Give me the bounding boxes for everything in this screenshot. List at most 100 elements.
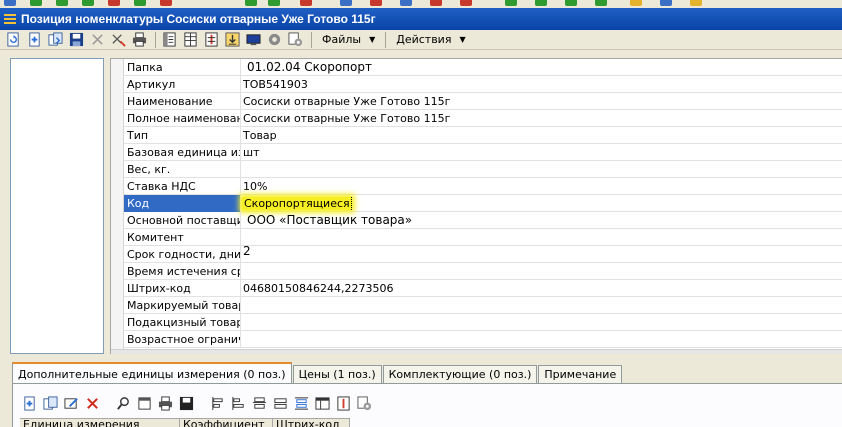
add-icon[interactable] <box>134 0 146 6</box>
delete-icon[interactable] <box>430 0 442 6</box>
folder-icon[interactable] <box>630 0 642 6</box>
property-row[interactable]: Подакцизный товар <box>124 314 842 331</box>
property-row[interactable]: Основной поставщик ООО «Поставщик товара… <box>124 212 842 229</box>
property-row[interactable]: Полное наименование Сосиски отварные Уже… <box>124 110 842 127</box>
column-header-coefficient[interactable]: Коэффициент <box>180 418 273 427</box>
property-row[interactable]: Папка 01.02.04 Скоропорт <box>124 59 842 76</box>
chevron-down-icon: ▼ <box>459 35 466 44</box>
view-button[interactable] <box>160 31 178 49</box>
distribute-button[interactable] <box>271 394 289 412</box>
tab-prices[interactable]: Цены (1 поз.) <box>292 365 382 384</box>
property-row[interactable]: Вес, кг. <box>124 161 842 178</box>
add-icon[interactable] <box>268 0 280 6</box>
grid-footer-strip <box>110 354 842 360</box>
properties-grid[interactable]: Папка 01.02.04 Скоропорт Артикул ТОВ5419… <box>110 58 842 354</box>
property-row[interactable]: Маркируемый товар <box>124 297 842 314</box>
property-row[interactable]: Ставка НДС 10% <box>124 178 842 195</box>
toolbar-icon[interactable] <box>400 0 412 6</box>
delete-button[interactable] <box>88 31 106 49</box>
add-icon[interactable] <box>56 0 68 6</box>
edit-row-button[interactable] <box>62 394 80 412</box>
tab-components[interactable]: Комплектующие (0 поз.) <box>382 365 538 384</box>
files-menu[interactable]: Файлы ▼ <box>316 31 381 49</box>
property-value[interactable]: 10% <box>243 178 267 195</box>
property-key: Срок годности, дни <box>124 246 241 263</box>
folder-icon[interactable] <box>690 0 702 6</box>
sub-history-button[interactable] <box>334 394 352 412</box>
property-row[interactable]: Срок годности, дни 2 <box>124 243 842 263</box>
toolbar-icon[interactable] <box>340 0 352 6</box>
delete-icon[interactable] <box>160 0 172 6</box>
add-icon[interactable] <box>82 0 94 6</box>
search-button[interactable] <box>114 394 132 412</box>
property-value[interactable]: ТОВ541903 <box>243 76 308 93</box>
tab-additional-units[interactable]: Дополнительные единицы измерения (0 поз.… <box>12 362 292 384</box>
toolbar-icon[interactable] <box>4 0 16 6</box>
column-header-barcode[interactable]: Штрих-код <box>273 418 350 427</box>
property-key: Папка <box>124 59 241 76</box>
options-button[interactable] <box>286 31 304 49</box>
layout-button[interactable] <box>292 394 310 412</box>
new-document-button[interactable] <box>25 31 43 49</box>
align-left-button[interactable] <box>229 394 247 412</box>
tab-notes[interactable]: Примечание <box>538 365 623 384</box>
left-panel[interactable] <box>10 58 104 354</box>
copy-button[interactable] <box>46 31 64 49</box>
property-value[interactable]: ООО «Поставщик товара» <box>247 212 412 229</box>
delete-row-button[interactable] <box>83 394 101 412</box>
title-bar[interactable]: Позиция номенклатуры Сосиски отварные Уж… <box>0 8 842 30</box>
save-button[interactable] <box>67 31 85 49</box>
sub-print-button[interactable] <box>156 394 174 412</box>
property-value[interactable]: Сосиски отварные Уже Готово 115г <box>243 110 450 127</box>
sub-options-button[interactable] <box>355 394 373 412</box>
add-icon[interactable] <box>245 0 257 6</box>
add-row-button[interactable] <box>20 394 38 412</box>
property-row[interactable]: Комитент <box>124 229 842 246</box>
download-button[interactable] <box>223 31 241 49</box>
property-value[interactable]: 04680150846244,2273506 <box>243 280 393 297</box>
property-row[interactable]: Наименование Сосиски отварные Уже Готово… <box>124 93 842 110</box>
delete-icon[interactable] <box>460 0 472 6</box>
property-value[interactable]: Товар <box>243 127 277 144</box>
toolbar-icon[interactable] <box>660 0 672 6</box>
property-row-selected[interactable]: Код Скоропортящиеся <box>124 195 842 212</box>
actions-menu[interactable]: Действия ▼ <box>390 31 471 49</box>
copy-row-button[interactable] <box>41 394 59 412</box>
refresh-button[interactable] <box>4 31 22 49</box>
property-row[interactable]: Артикул ТОВ541903 <box>124 76 842 93</box>
structure-button[interactable] <box>181 31 199 49</box>
property-value-editor[interactable]: Скоропортящиеся <box>242 195 352 212</box>
monitor-button[interactable] <box>244 31 262 49</box>
history-button[interactable] <box>202 31 220 49</box>
delete-icon[interactable] <box>370 0 382 6</box>
columns-button[interactable] <box>313 394 331 412</box>
property-row[interactable]: Штрих-код 04680150846244,2273506 <box>124 280 842 297</box>
property-value[interactable]: Сосиски отварные Уже Готово 115г <box>243 93 450 110</box>
property-value[interactable]: шт <box>243 144 259 161</box>
mark-delete-button[interactable] <box>109 31 127 49</box>
property-row[interactable]: Возрастное огранич <box>124 331 842 348</box>
add-icon[interactable] <box>535 0 547 6</box>
toolbar-separator <box>311 31 312 48</box>
add-icon[interactable] <box>595 0 607 6</box>
add-icon[interactable] <box>30 0 42 6</box>
highlighted-value[interactable]: Скоропортящиеся <box>242 197 352 210</box>
sub-save-button[interactable] <box>177 394 195 412</box>
property-value[interactable]: 01.02.04 Скоропорт <box>247 59 372 76</box>
layout-icon <box>294 396 308 410</box>
column-header-unit[interactable]: Единица измерения <box>20 418 180 427</box>
delete-icon[interactable] <box>300 0 312 6</box>
property-row[interactable]: Базовая единица изме шт <box>124 144 842 161</box>
print-button[interactable] <box>130 31 148 49</box>
property-row[interactable]: Тип Товар <box>124 127 842 144</box>
property-key: Наименование <box>124 93 241 110</box>
sub-view-button[interactable] <box>135 394 153 412</box>
add-icon[interactable] <box>565 0 577 6</box>
property-value[interactable]: 2 <box>243 243 251 260</box>
add-icon[interactable] <box>505 0 517 6</box>
property-row[interactable]: Время истечения срок <box>124 263 842 280</box>
settings-button[interactable] <box>265 31 283 49</box>
align-center-button[interactable] <box>250 394 268 412</box>
align-button[interactable] <box>208 394 226 412</box>
delete-icon[interactable] <box>108 0 120 6</box>
